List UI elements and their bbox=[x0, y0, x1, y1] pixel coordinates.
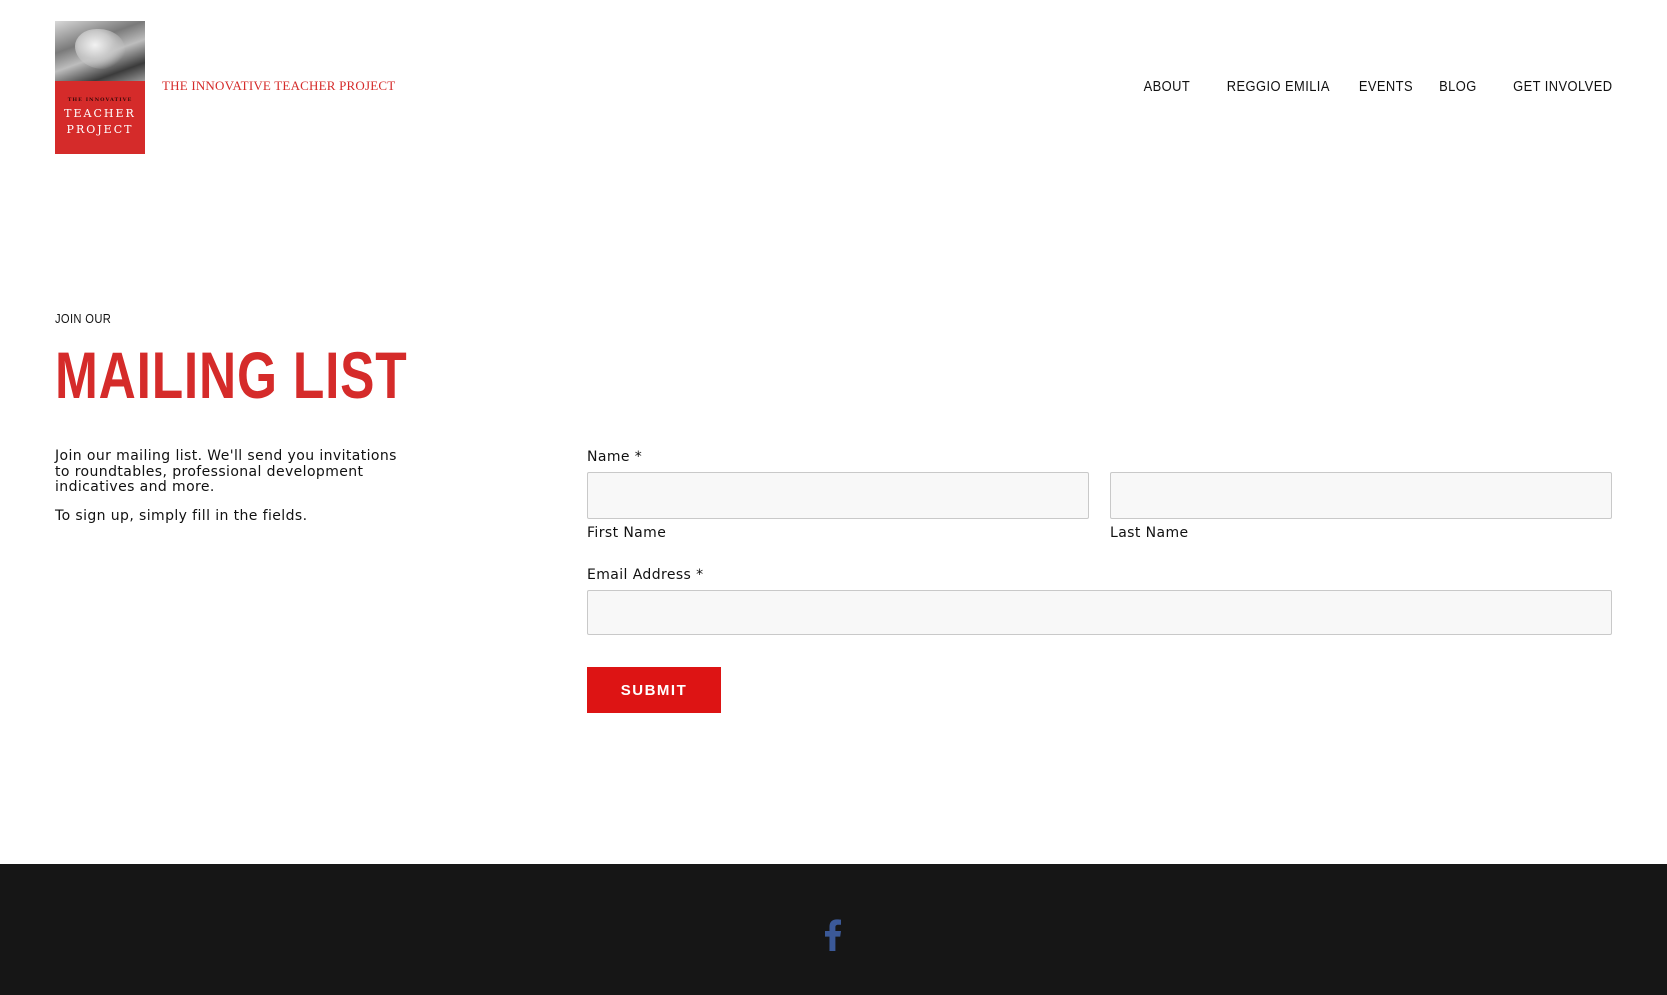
intro-paragraph-2: To sign up, simply fill in the fields. bbox=[55, 507, 308, 524]
mailing-list-form: Name * First Name Last Name Email Addres… bbox=[587, 449, 1612, 713]
logo-line-1: TEACHER bbox=[64, 107, 136, 120]
logo-small-text: THE INNOVATIVE bbox=[67, 97, 133, 103]
email-label: Email Address * bbox=[587, 567, 704, 583]
site-header: THE INNOVATIVE TEACHER PROJECT THE INNOV… bbox=[0, 0, 1667, 170]
nav-item-events[interactable]: EVENTS bbox=[1359, 78, 1413, 95]
nav-item-reggio-emilia[interactable]: REGGIO EMILIA bbox=[1227, 78, 1330, 95]
site-footer bbox=[0, 864, 1667, 995]
first-name-group: First Name bbox=[587, 472, 1089, 541]
page: THE INNOVATIVE TEACHER PROJECT THE INNOV… bbox=[0, 0, 1667, 995]
last-name-input[interactable] bbox=[1110, 472, 1612, 519]
nav-item-about[interactable]: ABOUT bbox=[1143, 78, 1190, 95]
last-name-sublabel: Last Name bbox=[1110, 525, 1189, 541]
main-nav: ABOUT REGGIO EMILIA EVENTS BLOG GET INVO… bbox=[1136, 78, 1612, 95]
name-row: First Name Last Name bbox=[587, 472, 1612, 541]
section-eyebrow: JOIN OUR bbox=[55, 311, 112, 326]
name-label: Name * bbox=[587, 449, 643, 465]
first-name-sublabel: First Name bbox=[587, 525, 667, 541]
facebook-icon[interactable] bbox=[823, 919, 843, 951]
last-name-group: Last Name bbox=[1110, 472, 1612, 541]
email-input[interactable] bbox=[587, 590, 1612, 635]
logo-hands-photo bbox=[55, 21, 145, 81]
intro-paragraph-1: Join our mailing list. We'll send you in… bbox=[55, 448, 397, 495]
first-name-input[interactable] bbox=[587, 472, 1089, 519]
site-title-link[interactable]: THE INNOVATIVE TEACHER PROJECT bbox=[162, 78, 395, 94]
intro-text: Join our mailing list. We'll send you in… bbox=[55, 448, 415, 524]
logo-badge: THE INNOVATIVE TEACHER PROJECT bbox=[55, 81, 145, 154]
nav-item-blog[interactable]: BLOG bbox=[1439, 78, 1477, 95]
page-title: MAILING LIST bbox=[55, 338, 408, 412]
nav-item-get-involved[interactable]: GET INVOLVED bbox=[1513, 78, 1612, 95]
site-logo[interactable]: THE INNOVATIVE TEACHER PROJECT bbox=[55, 21, 145, 154]
submit-button[interactable]: SUBMIT bbox=[587, 667, 721, 713]
logo-line-2: PROJECT bbox=[66, 123, 134, 136]
